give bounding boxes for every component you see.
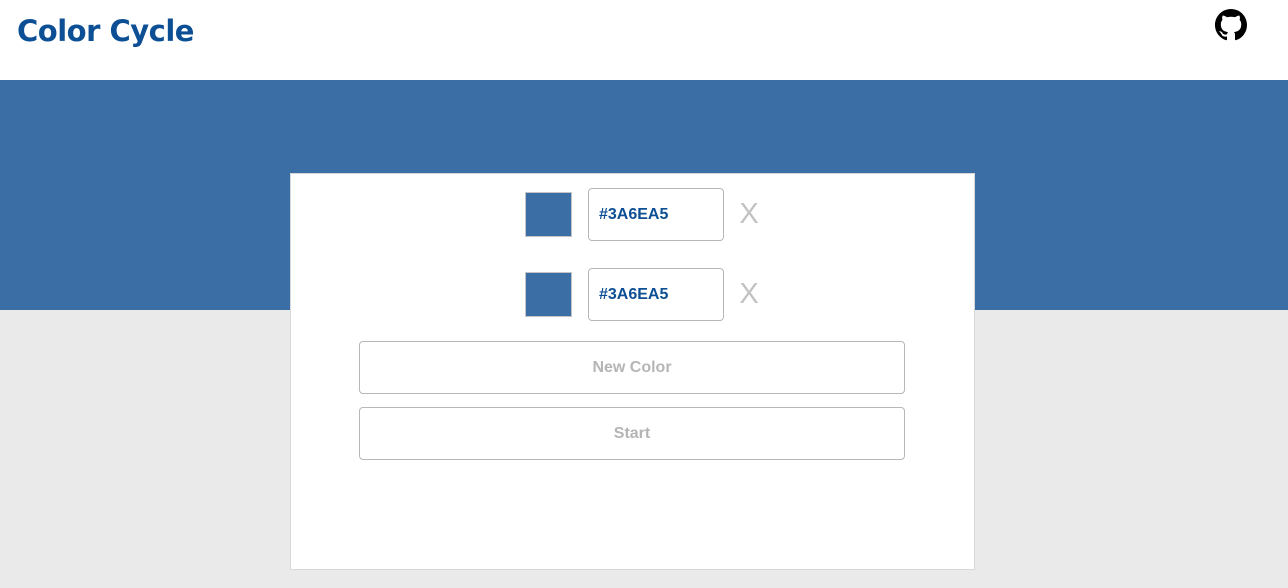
hex-input[interactable] [588, 268, 724, 321]
start-button[interactable]: Start [359, 407, 905, 460]
remove-color-button[interactable]: X [736, 276, 762, 312]
color-swatch[interactable] [525, 272, 572, 317]
hex-input[interactable] [588, 188, 724, 241]
new-color-button[interactable]: New Color [359, 341, 905, 394]
color-panel: X X New Color Start [290, 173, 975, 570]
remove-color-button[interactable]: X [736, 196, 762, 232]
github-link[interactable] [1215, 9, 1247, 41]
github-icon [1215, 9, 1247, 41]
color-row: X [525, 268, 775, 322]
color-swatch[interactable] [525, 192, 572, 237]
header: Color Cycle [0, 0, 1288, 80]
app-title: Color Cycle [17, 14, 194, 48]
color-row: X [525, 188, 775, 242]
